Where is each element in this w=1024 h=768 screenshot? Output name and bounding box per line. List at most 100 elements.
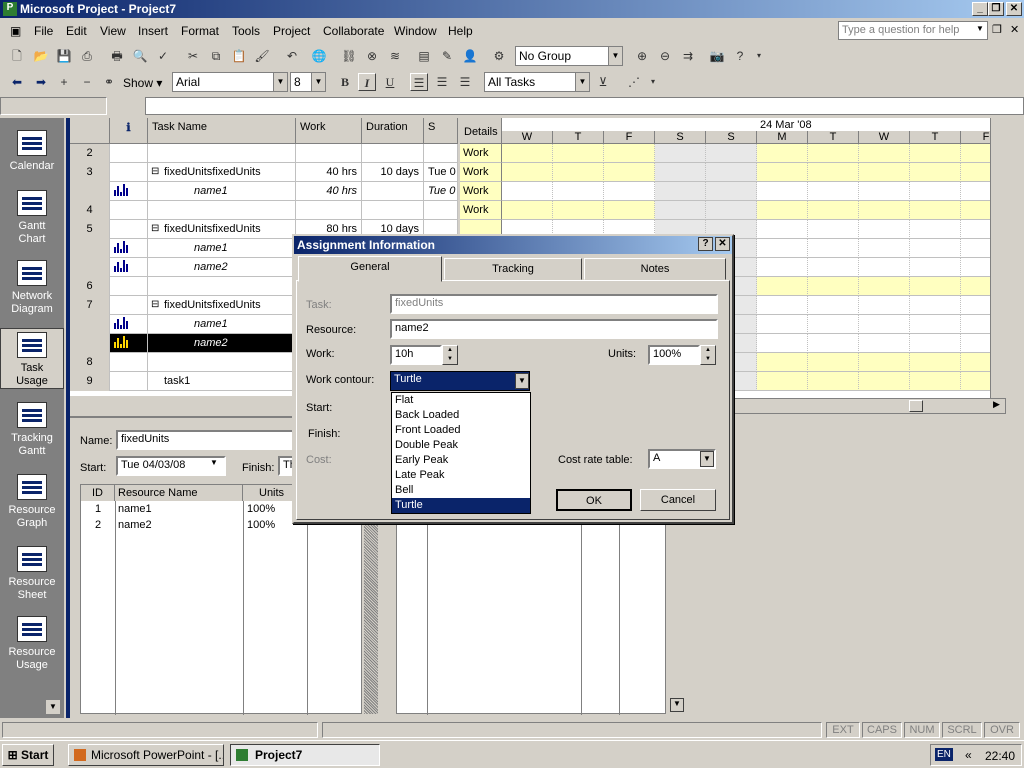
work-spinner[interactable]: ▲ ▼ [442, 345, 458, 365]
help-button[interactable]: ? [698, 237, 713, 251]
timescale-cell[interactable] [859, 239, 910, 258]
timescale-cell[interactable] [910, 220, 961, 239]
autofilter-icon[interactable]: ⊻ [594, 73, 612, 91]
timescale-cell[interactable] [859, 220, 910, 239]
dialog-close-button[interactable]: ✕ [715, 237, 730, 251]
row-id[interactable] [70, 334, 110, 353]
row-start[interactable]: Tue 0 [424, 182, 458, 201]
timescale-cell[interactable] [757, 220, 808, 239]
timescale-cell[interactable] [757, 315, 808, 334]
row-task-name[interactable] [148, 144, 296, 163]
doc-close-icon[interactable]: ✕ [1010, 23, 1019, 36]
usage-indicator-icon[interactable] [110, 182, 148, 201]
menu-view[interactable]: View [100, 24, 126, 38]
option-late-peak[interactable]: Late Peak [392, 468, 530, 483]
task-info-icon[interactable]: ▤ [415, 47, 433, 65]
timescale-cell[interactable] [808, 144, 859, 163]
cost-table-dropdown-icon[interactable]: ▼ [700, 451, 714, 467]
header-duration[interactable]: Duration [362, 118, 424, 144]
usage-indicator-icon[interactable] [110, 239, 148, 258]
row-indicator[interactable] [110, 353, 148, 372]
gantt-wizard-icon[interactable]: ⋰ [625, 73, 643, 91]
timescale-cell[interactable] [859, 163, 910, 182]
link-tasks-icon[interactable]: ⛓ [340, 47, 358, 65]
details-header[interactable]: Details [460, 118, 502, 144]
timescale-cell[interactable] [808, 334, 859, 353]
align-center-icon[interactable]: ☰ [433, 73, 451, 91]
timescale-cell[interactable] [757, 182, 808, 201]
row-indicator[interactable] [110, 144, 148, 163]
hyperlink-icon[interactable]: 🌐 [310, 47, 328, 65]
zoom-out-icon[interactable]: ⊖ [656, 47, 674, 65]
row-id[interactable]: 3 [70, 163, 110, 182]
timescale-cell[interactable] [757, 334, 808, 353]
view-resource-usage[interactable]: Resource Usage [0, 616, 64, 672]
spelling-icon[interactable]: ✓ [154, 47, 172, 65]
show-button[interactable]: Show ▾ [123, 76, 162, 90]
day-header[interactable]: W [502, 131, 553, 144]
row-duration[interactable] [362, 182, 424, 201]
grid-corner[interactable] [70, 118, 110, 144]
timescale-cell[interactable] [859, 315, 910, 334]
start-dropdown-icon[interactable]: ▼ [210, 458, 218, 467]
option-flat[interactable]: Flat [392, 393, 530, 408]
row-indicator[interactable] [110, 163, 148, 182]
timescale-cell[interactable] [553, 144, 604, 163]
view-resource-sheet[interactable]: Resource Sheet [0, 546, 64, 602]
option-back-loaded[interactable]: Back Loaded [392, 408, 530, 423]
timescale-cell[interactable] [706, 163, 757, 182]
show-icon[interactable]: ⚭ [100, 73, 118, 91]
close-button[interactable]: ✕ [1006, 2, 1022, 16]
option-double-peak[interactable]: Double Peak [392, 438, 530, 453]
usage-indicator-icon[interactable] [110, 258, 148, 277]
timescale-cell[interactable] [706, 182, 757, 201]
timescale-cell[interactable] [808, 296, 859, 315]
timescale-cell[interactable] [706, 144, 757, 163]
print-preview-icon[interactable]: ⎙ [78, 47, 96, 65]
group-select[interactable]: No Group ▼ [515, 46, 623, 66]
timescale-cell[interactable] [655, 163, 706, 182]
menu-help[interactable]: Help [448, 24, 473, 38]
collapse-icon[interactable]: ⊟ [151, 166, 159, 177]
view-tracking-gantt[interactable]: Tracking Gantt [0, 402, 64, 458]
row-indicator[interactable] [110, 372, 148, 391]
timescale-vscroll[interactable] [990, 118, 1006, 400]
timescale-cell[interactable] [808, 353, 859, 372]
view-gantt-chart[interactable]: Gantt Chart [0, 190, 64, 246]
row-start[interactable] [424, 144, 458, 163]
day-header[interactable]: S [655, 131, 706, 144]
tray-expand-icon[interactable]: « [965, 748, 972, 762]
zoom-in-icon[interactable]: ⊕ [633, 47, 651, 65]
table-row[interactable]: 2 [70, 144, 458, 163]
day-header[interactable]: T [808, 131, 859, 144]
timescale-cell[interactable] [859, 258, 910, 277]
timescale-cell[interactable] [910, 201, 961, 220]
collapse-icon[interactable]: ⊟ [151, 223, 159, 234]
view-resource-graph[interactable]: Resource Graph [0, 474, 64, 530]
row-id[interactable]: 8 [70, 353, 110, 372]
timescale-cell[interactable] [910, 277, 961, 296]
header-task-name[interactable]: Task Name [148, 118, 296, 144]
timescale-cell[interactable] [757, 296, 808, 315]
timescale-cell[interactable] [808, 220, 859, 239]
unlink-icon[interactable]: ⊗ [363, 47, 381, 65]
contour-dropdown-icon[interactable]: ▼ [515, 373, 529, 389]
timescale-cell[interactable] [757, 353, 808, 372]
toolbar-options-icon[interactable]: ▾ [750, 47, 768, 65]
font-dropdown-icon[interactable]: ▼ [273, 73, 287, 91]
day-header[interactable]: W [859, 131, 910, 144]
timescale-cell[interactable] [808, 372, 859, 391]
timescale-cell[interactable] [604, 182, 655, 201]
timescale-cell[interactable] [859, 296, 910, 315]
timescale-cell[interactable] [553, 201, 604, 220]
row-start[interactable]: Tue 0 [424, 163, 458, 182]
help-search-input[interactable]: Type a question for help [838, 21, 988, 40]
indent-icon[interactable]: ➡ [32, 73, 50, 91]
group-dropdown-icon[interactable]: ▼ [608, 47, 622, 65]
timescale-cell[interactable] [808, 315, 859, 334]
timescale-cell[interactable] [757, 258, 808, 277]
copy-picture-icon[interactable]: 📷 [708, 47, 726, 65]
timescale-cell[interactable] [859, 372, 910, 391]
row-work[interactable] [296, 144, 362, 163]
day-header[interactable]: F [604, 131, 655, 144]
